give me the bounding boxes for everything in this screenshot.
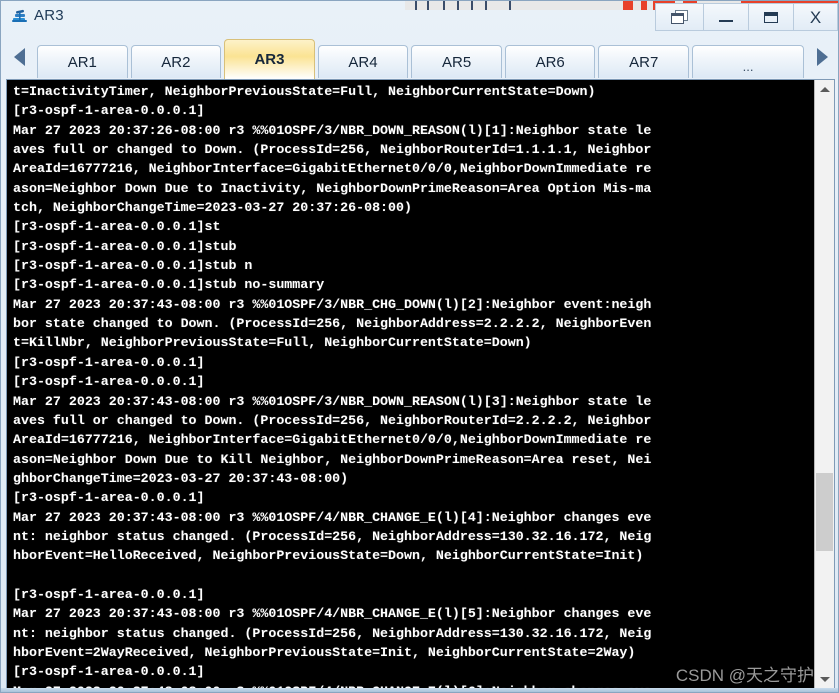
scrollbar-thumb[interactable] [816,473,833,552]
tab-label: AR3 [254,51,285,68]
minimize-button[interactable] [703,3,748,31]
tab-ar5[interactable]: AR5 [411,45,502,78]
tab-list: AR1 AR2 AR3 AR4 AR5 AR6 AR7 ... [37,34,804,79]
minimize-icon [719,20,733,22]
tab-strip: AR1 AR2 AR3 AR4 AR5 AR6 AR7 ... [1,34,838,79]
page-title: AR3 [34,7,64,24]
tab-scroll-left-button[interactable] [1,34,37,79]
terminal-output[interactable]: t=InactivityTimer, NeighborPreviousState… [7,80,814,688]
terminal-line: Mar 27 2023 20:37:43-08:00 r3 %%01OSPF/3… [13,296,652,312]
tab-overflow[interactable]: ... [692,45,804,78]
tab-ar1[interactable]: AR1 [37,45,128,78]
tab-scroll-right-button[interactable] [804,34,838,79]
chevron-right-icon [816,47,828,66]
tab-label: ... [742,59,754,74]
terminal-line: [r3-ospf-1-area-0.0.0.1] [13,586,205,602]
terminal-line: aves full or changed to Down. (ProcessId… [13,142,652,158]
terminal-line: [r3-ospf-1-area-0.0.0.1] [13,354,205,370]
terminal-line: ghborChangeTime=2023-03-27 20:37:43-08:0… [13,470,349,486]
chevron-left-icon [13,47,25,66]
terminal-line: [r3-ospf-1-area-0.0.0.1] [13,664,205,680]
tab-ar3[interactable]: AR3 [224,39,315,79]
terminal-line: Mar 27 2023 20:37:43-08:00 r3 %%01OSPF/4… [13,606,652,622]
tab-label: AR1 [67,53,97,71]
tab-ar7[interactable]: AR7 [598,45,690,78]
terminal-line: Mar 27 2023 20:37:26-08:00 r3 %%01OSPF/3… [13,122,652,138]
terminal-line: tch, NeighborChangeTime=2023-03-27 20:37… [13,200,412,216]
maximize-icon [764,11,778,23]
terminal-line: aves full or changed to Down. (ProcessId… [13,412,652,428]
terminal-panel[interactable]: t=InactivityTimer, NeighborPreviousState… [6,79,835,689]
terminal-line: Mar 27 2023 20:37:43-08:00 r3 %%01OSPF/4… [13,509,652,525]
tab-label: AR6 [535,53,565,71]
close-icon: X [809,7,822,27]
terminal-line: t=InactivityTimer, NeighborPreviousState… [13,84,596,99]
tab-ar6[interactable]: AR6 [504,45,596,78]
terminal-line: nt: neighbor status changed. (ProcessId=… [13,528,652,544]
tab-label: AR7 [629,53,659,71]
terminal-scrollbar[interactable] [814,80,834,688]
terminal-line: [r3-ospf-1-area-0.0.0.1]stub no-summary [13,277,325,293]
terminal-line: AreaId=16777216, NeighborInterface=Gigab… [13,161,652,177]
terminal-line: [r3-ospf-1-area-0.0.0.1] [13,490,205,506]
router-icon [11,8,29,26]
terminal-line: ason=Neighbor Down Due to Inactivity, Ne… [13,180,652,196]
terminal-line: AreaId=16777216, NeighborInterface=Gigab… [13,432,652,448]
chevron-up-icon [819,86,830,92]
terminal-line: [r3-ospf-1-area-0.0.0.1] [13,374,205,390]
terminal-line: [r3-ospf-1-area-0.0.0.1] [13,103,205,119]
tab-label: AR4 [348,53,378,71]
terminal-line: nt: neighbor status changed. (ProcessId=… [13,625,652,641]
window-controls: X [655,3,838,31]
tab-label: AR2 [161,53,191,71]
terminal-line: Mar 27 2023 20:37:43-08:00 r3 %%01OSPF/3… [13,393,652,409]
scroll-down-button[interactable] [815,670,834,688]
terminal-line: ason=Neighbor Down Due to Kill Neighbor,… [13,451,652,467]
close-button[interactable]: X [793,3,838,31]
tab-ar4[interactable]: AR4 [317,45,409,78]
window-bottom-edge [1,688,838,692]
terminal-line: [r3-ospf-1-area-0.0.0.1]stub [13,238,237,254]
chevron-down-icon [819,676,830,682]
terminal-line: t=KillNbr, NeighborPreviousState=Full, N… [13,335,532,351]
tab-label: AR5 [442,53,472,71]
terminal-line: [r3-ospf-1-area-0.0.0.1]st [13,219,221,235]
restore-button[interactable] [655,3,703,31]
title-bar[interactable]: AR3 X [1,1,838,34]
tab-ar2[interactable]: AR2 [130,45,222,78]
terminal-line: [r3-ospf-1-area-0.0.0.1]stub n [13,258,253,274]
terminal-line: hborEvent=2WayReceived, NeighborPrevious… [13,644,636,660]
application-window: AR3 X AR1 AR2 AR3 AR4 AR5 AR6 AR7 ... t=… [0,0,839,693]
maximize-button[interactable] [748,3,793,31]
scroll-up-button[interactable] [815,80,834,98]
restore-icon [671,9,688,25]
terminal-line: hborEvent=HelloReceived, NeighborPreviou… [13,548,644,564]
terminal-line: bor state changed to Down. (ProcessId=25… [13,316,652,332]
